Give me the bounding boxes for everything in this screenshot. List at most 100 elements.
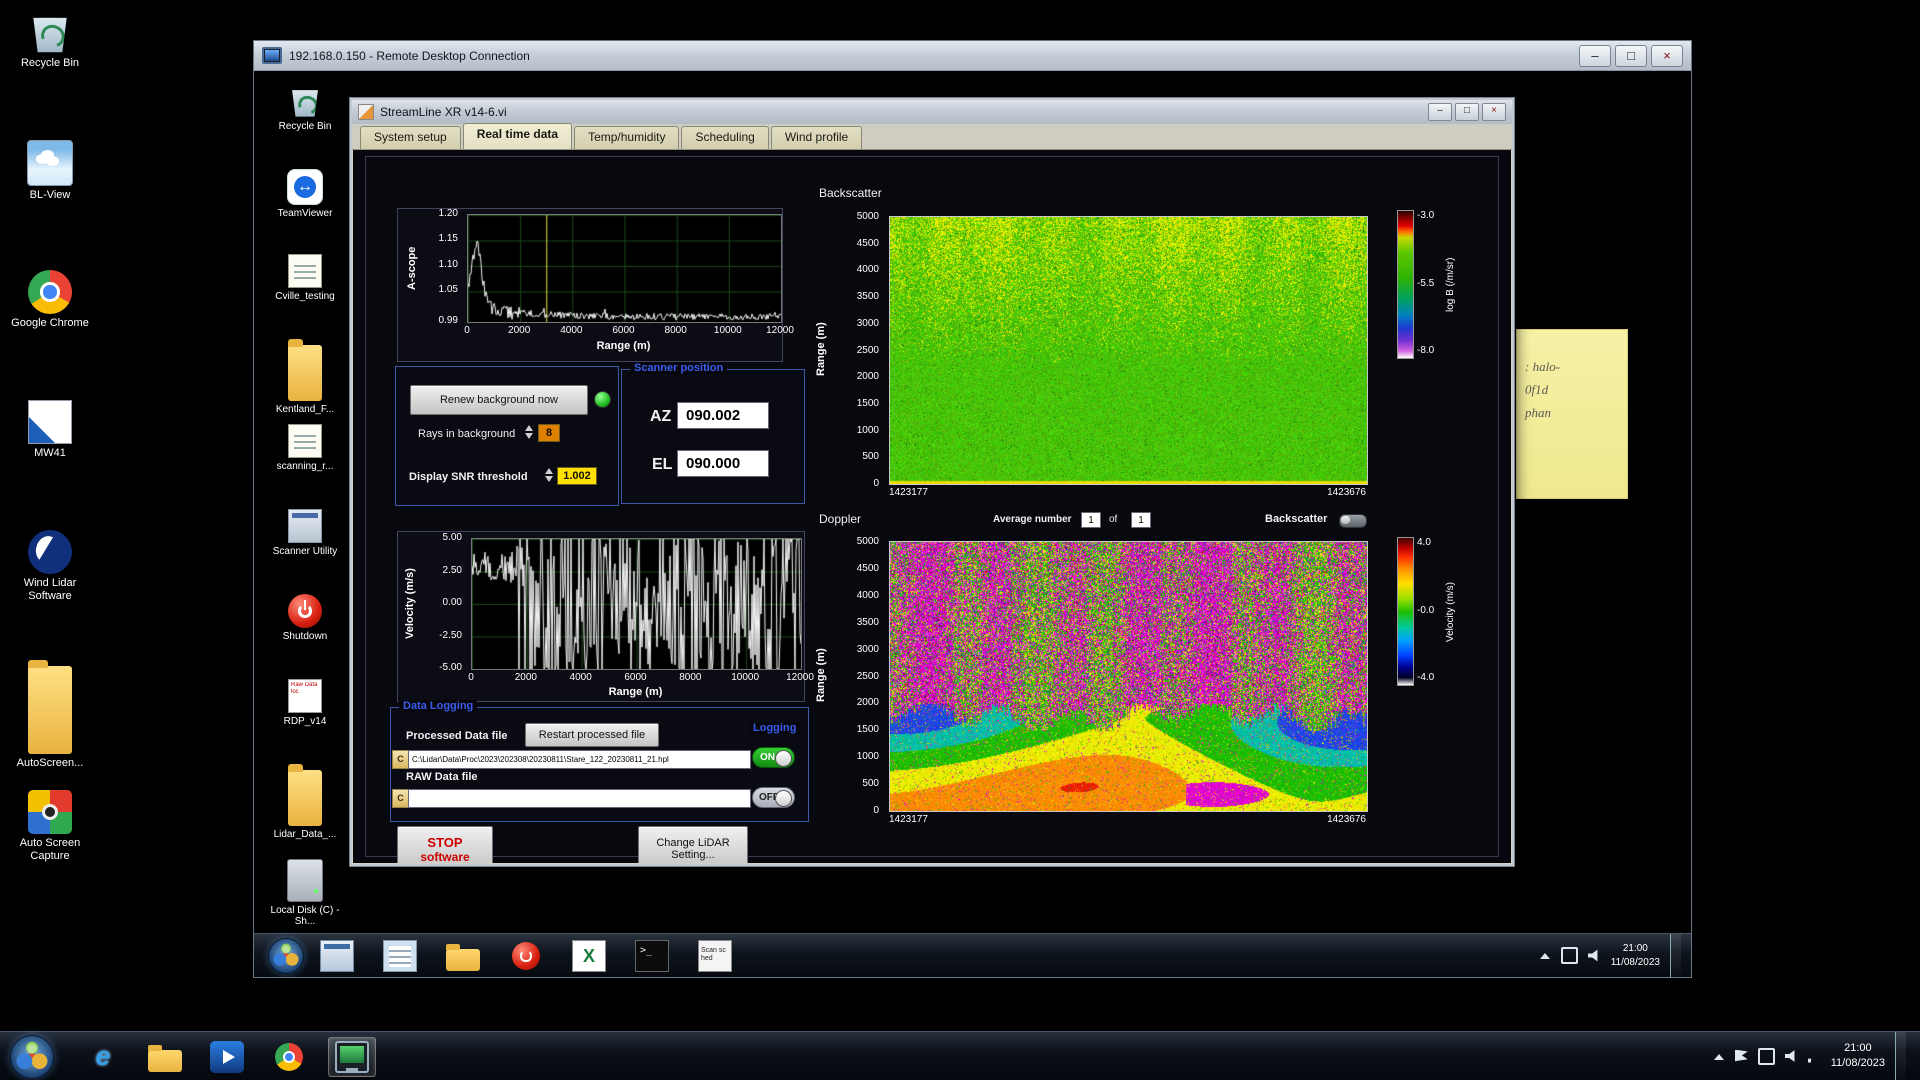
windlidar-icon: [28, 530, 72, 574]
network-signal-icon[interactable]: [1807, 1058, 1811, 1063]
restart-processed-file-button[interactable]: Restart processed file: [525, 723, 659, 747]
show-desktop-button[interactable]: [1895, 1032, 1906, 1080]
rays-value[interactable]: 8: [538, 424, 560, 442]
processed-path-input[interactable]: C:\Lidar\Data\Proc\2023\202308\20230811\…: [408, 750, 751, 769]
average-number-label: Average number: [993, 514, 1072, 525]
data-logging-title: Data Logging: [399, 700, 478, 712]
raw-path-input[interactable]: [408, 789, 751, 808]
remote-clock: 21:00 11/08/2023: [1610, 943, 1660, 968]
close-button[interactable]: ×: [1482, 103, 1506, 121]
taskbar-item[interactable]: [507, 939, 545, 973]
change-lidar-setting-button[interactable]: Change LiDAR Setting...: [638, 826, 748, 863]
tray-monitor-icon[interactable]: [1560, 947, 1578, 964]
desktop-icon[interactable]: BL-View: [4, 140, 96, 256]
volume-icon[interactable]: [1784, 1050, 1795, 1062]
maximize-button[interactable]: □: [1615, 44, 1647, 67]
desktop-icon-label: Shutdown: [282, 631, 328, 642]
raw-path-root[interactable]: C: [392, 789, 409, 808]
colorbar-tick-label: -0.0: [1417, 604, 1435, 616]
remote-desktop-icon-item[interactable]: Shutdown: [268, 594, 342, 668]
remote-desktop: Recycle Bin TeamViewer Cville_testing: [254, 71, 1691, 977]
desktop-icon[interactable]: Wind Lidar Software: [4, 530, 96, 646]
rays-spinner[interactable]: [524, 424, 535, 440]
tray-caret-icon[interactable]: [1712, 1050, 1725, 1063]
el-value-input[interactable]: 090.000: [677, 450, 769, 477]
tick-label: 0.00: [442, 597, 462, 608]
taskbar-item[interactable]: [318, 939, 356, 973]
desktop-icon[interactable]: Recycle Bin: [4, 10, 96, 126]
backscatter-display-toggle[interactable]: [1339, 514, 1367, 528]
tick-label: 10000: [713, 325, 742, 336]
az-value-input[interactable]: 090.002: [677, 402, 769, 429]
raw-logging-toggle[interactable]: OFF: [752, 787, 795, 808]
taskbar-item[interactable]: [266, 1038, 312, 1076]
average-number-input[interactable]: 1: [1081, 512, 1101, 528]
host-taskbar-icons: [80, 1037, 376, 1077]
tray-volume-icon[interactable]: [1587, 949, 1598, 962]
rdp-titlebar[interactable]: 192.168.0.150 - Remote Desktop Connectio…: [254, 41, 1691, 71]
tab[interactable]: Scheduling: [681, 126, 769, 149]
taskbar-item[interactable]: Scan sched: [696, 939, 734, 973]
taskbar-item[interactable]: [80, 1038, 126, 1076]
remote-desktop-icon-item[interactable]: Local Disk (C) - Sh...: [268, 849, 342, 927]
tab[interactable]: System setup: [360, 126, 461, 149]
minimize-button[interactable]: –: [1428, 103, 1452, 121]
remote-desktop-icon-item[interactable]: TeamViewer: [268, 169, 342, 243]
of-count-input[interactable]: 1: [1131, 512, 1151, 528]
desktop-icon[interactable]: MW41: [4, 400, 96, 516]
action-center-icon[interactable]: [1734, 1049, 1748, 1063]
tick-label: 2500: [856, 344, 879, 356]
doppler-colorbar-label: Velocity (m/s): [1445, 582, 1456, 643]
colorbar-tick-label: 4.0: [1417, 537, 1431, 548]
snr-spinner[interactable]: [544, 467, 555, 483]
tray-caret-icon[interactable]: [1538, 949, 1551, 962]
app-titlebar[interactable]: StreamLine XR v14-6.vi – □ ×: [352, 100, 1512, 124]
taskbar-item[interactable]: [328, 1037, 376, 1077]
start-button[interactable]: [10, 1035, 54, 1079]
tab[interactable]: Real time data: [462, 123, 573, 149]
minimize-button[interactable]: –: [1579, 44, 1611, 67]
remote-desktop-icon-item[interactable]: Raw Data loc RDP_v14: [268, 679, 342, 753]
tick-label: 4000: [856, 264, 879, 276]
taskbar-item[interactable]: [444, 939, 482, 973]
remote-desktop-icons: Recycle Bin TeamViewer Cville_testing: [268, 84, 342, 927]
tick-label: 3000: [856, 643, 879, 655]
taskbar-item[interactable]: [204, 1038, 250, 1076]
show-desktop-button[interactable]: [1670, 934, 1681, 977]
close-button[interactable]: ×: [1651, 44, 1683, 67]
processed-logging-toggle[interactable]: ON: [752, 747, 795, 768]
stop-software-button[interactable]: STOP software: [397, 826, 493, 863]
colorbar-tick-label: -8.0: [1417, 345, 1435, 356]
tab[interactable]: Wind profile: [770, 126, 863, 149]
desktop-icon[interactable]: Auto Screen Capture: [4, 790, 96, 906]
taskbar-item[interactable]: [570, 939, 608, 973]
desktop-icon[interactable]: Google Chrome: [4, 270, 96, 386]
remote-start-button[interactable]: [268, 938, 304, 974]
taskbar-item[interactable]: [633, 939, 671, 973]
remote-desktop-icon-item[interactable]: scanning_r...: [268, 424, 342, 498]
network-monitor-icon[interactable]: [1757, 1047, 1775, 1065]
processed-path-root[interactable]: C: [392, 750, 409, 769]
taskbar-item[interactable]: [381, 939, 419, 973]
taskbar-item[interactable]: [142, 1038, 188, 1076]
tick-label: 4000: [569, 672, 592, 683]
ascope-xlabel: Range (m): [596, 340, 651, 352]
remote-desktop-icon-item[interactable]: Kentland_F...: [268, 338, 342, 415]
remote-desktop-icon-item[interactable]: Recycle Bin: [268, 84, 342, 158]
host-taskbar: 21:00 11/08/2023: [0, 1031, 1920, 1080]
tick-label: 500: [862, 451, 879, 463]
maximize-button[interactable]: □: [1455, 103, 1479, 121]
tab[interactable]: Temp/humidity: [574, 126, 680, 149]
desktop-icon[interactable]: AutoScreen...: [4, 659, 96, 776]
remote-desktop-icon-item[interactable]: Cville_testing: [268, 254, 342, 328]
snr-value[interactable]: 1.002: [557, 467, 597, 485]
media-icon: [210, 1041, 244, 1073]
tick-label: 4500: [856, 237, 879, 249]
window-icon: [320, 940, 354, 972]
renew-background-button[interactable]: Renew background now: [410, 385, 588, 415]
logging-label: Logging: [749, 722, 801, 734]
folder-icon: [28, 659, 72, 755]
remote-desktop-icon-item[interactable]: Lidar_Data_...: [268, 763, 342, 840]
scanner-position-title: Scanner position: [630, 362, 728, 374]
remote-desktop-icon-item[interactable]: Scanner Utility: [268, 509, 342, 583]
